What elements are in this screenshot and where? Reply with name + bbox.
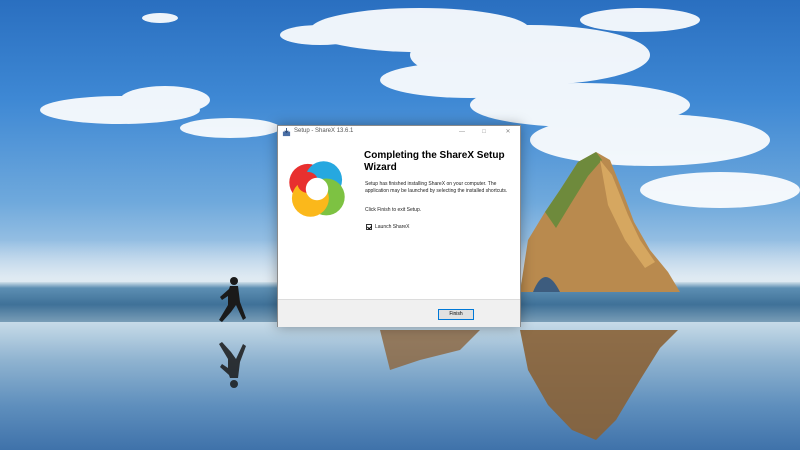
launch-sharex-label[interactable]: Launch ShareX bbox=[375, 224, 409, 230]
launch-sharex-checkbox[interactable] bbox=[366, 224, 372, 230]
maximize-button[interactable]: □ bbox=[476, 126, 492, 138]
desktop-background: Setup - ShareX 13.6.1 — □ ✕ Completing t… bbox=[0, 0, 800, 450]
setup-app-icon bbox=[282, 128, 291, 137]
minimize-button[interactable]: — bbox=[454, 126, 470, 138]
dialog-titlebar[interactable]: Setup - ShareX 13.6.1 — □ ✕ bbox=[278, 126, 520, 140]
exit-instruction: Click Finish to exit Setup. bbox=[365, 207, 422, 213]
dialog-title: Setup - ShareX 13.6.1 bbox=[294, 128, 354, 134]
sharex-logo bbox=[289, 161, 345, 217]
launch-sharex-option[interactable]: Launch ShareX bbox=[366, 223, 409, 231]
dialog-footer: Finish bbox=[278, 299, 520, 327]
wizard-heading: Completing the ShareX Setup Wizard bbox=[364, 150, 505, 173]
close-button[interactable]: ✕ bbox=[500, 126, 516, 138]
finish-button[interactable]: Finish bbox=[438, 309, 474, 320]
setup-dialog: Setup - ShareX 13.6.1 — □ ✕ Completing t… bbox=[277, 125, 521, 327]
completion-message: Setup has finished installing ShareX on … bbox=[365, 181, 508, 194]
